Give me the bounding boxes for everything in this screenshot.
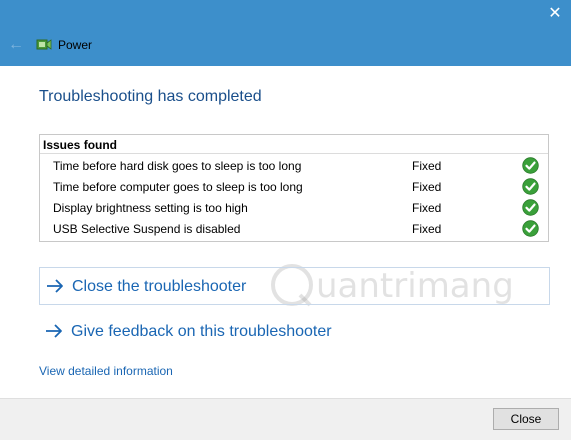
issue-text: USB Selective Suspend is disabled <box>53 222 241 236</box>
arrow-right-icon <box>44 321 64 341</box>
footer-bar: Close <box>0 398 571 440</box>
issue-status: Fixed <box>412 180 442 194</box>
issue-row: Time before hard disk goes to sleep is t… <box>40 156 548 177</box>
view-detailed-information-link[interactable]: View detailed information <box>39 364 173 378</box>
divider <box>40 153 548 154</box>
issue-text: Time before hard disk goes to sleep is t… <box>53 159 302 173</box>
issues-panel: Issues found Time before hard disk goes … <box>39 134 549 242</box>
issue-row: Time before computer goes to sleep is to… <box>40 177 548 198</box>
give-feedback-link[interactable]: Give feedback on this troubleshooter <box>39 313 550 351</box>
close-button[interactable]: Close <box>493 408 559 430</box>
close-troubleshooter-link[interactable]: Close the troubleshooter <box>39 267 550 305</box>
check-icon <box>522 157 539 174</box>
issue-status: Fixed <box>412 222 442 236</box>
issue-row: Display brightness setting is too high F… <box>40 198 548 219</box>
page-title: Troubleshooting has completed <box>39 88 262 105</box>
power-options-icon <box>36 38 52 52</box>
check-icon <box>522 178 539 195</box>
arrow-right-icon <box>45 276 65 296</box>
window-close-button[interactable]: ✕ <box>545 4 565 24</box>
close-troubleshooter-label: Close the troubleshooter <box>72 278 247 295</box>
issue-status: Fixed <box>412 159 442 173</box>
issue-row: USB Selective Suspend is disabled Fixed <box>40 219 548 240</box>
issue-text: Time before computer goes to sleep is to… <box>53 180 303 194</box>
title-bar: ✕ ← <box>0 0 571 66</box>
issue-status: Fixed <box>412 201 442 215</box>
window-title: Power <box>58 38 93 52</box>
back-arrow-icon[interactable]: ← <box>8 35 26 55</box>
check-icon <box>522 199 539 216</box>
give-feedback-label: Give feedback on this troubleshooter <box>71 323 332 340</box>
check-icon <box>522 220 539 237</box>
issue-text: Display brightness setting is too high <box>53 201 248 215</box>
issues-header: Issues found <box>43 138 118 152</box>
